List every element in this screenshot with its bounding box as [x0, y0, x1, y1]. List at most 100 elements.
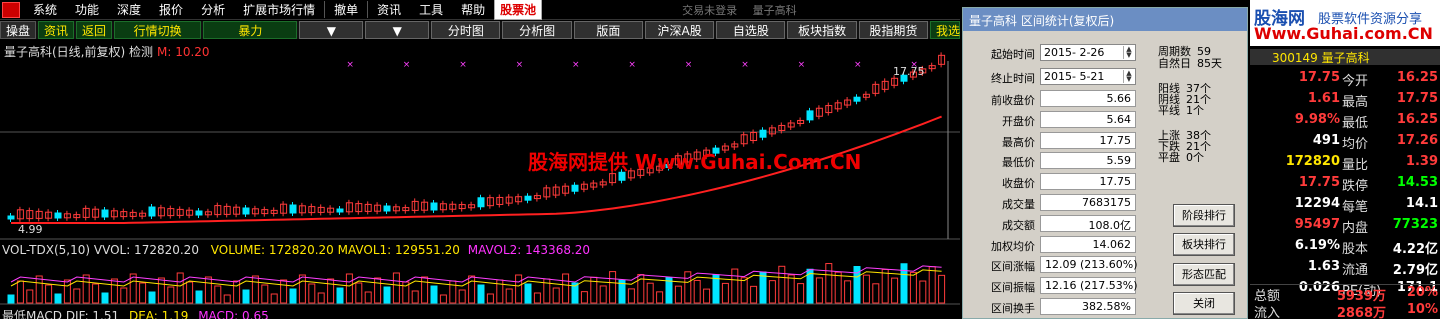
- start-time-input[interactable]: 2015- 2-26 ▲ ▼: [1040, 44, 1136, 61]
- volume-bar: [797, 283, 805, 304]
- menu-item-analysis[interactable]: 分析: [192, 1, 234, 18]
- toolbar-dropdown-2[interactable]: ▼: [365, 21, 430, 39]
- quote-value-left: 1.61: [1307, 91, 1340, 106]
- quote-label: 最低: [1342, 116, 1369, 131]
- field-value: 5.64: [1040, 110, 1136, 128]
- pattern-match-button[interactable]: 形态匹配: [1173, 263, 1235, 286]
- toolbar-watchlist-button[interactable]: 自选股: [716, 21, 786, 39]
- kline-chart[interactable]: × × × × × × × × × × ×: [0, 41, 960, 319]
- toolbar-switch-button[interactable]: 行情切换: [114, 21, 202, 39]
- volume-bar: [646, 282, 654, 304]
- chart-title-text: 量子高科(日线,前复权) 检测: [4, 45, 153, 59]
- toolbar-dropdown-1[interactable]: ▼: [299, 21, 364, 39]
- start-time-spinner-icon[interactable]: ▲ ▼: [1123, 46, 1134, 59]
- field-value: 14.062: [1040, 235, 1136, 253]
- menu-item-help[interactable]: 帮助: [452, 1, 494, 18]
- field-label: 成交量: [1002, 198, 1035, 211]
- volume-bar: [740, 277, 748, 304]
- volume-bar: [552, 287, 560, 304]
- menu-item-extended-market[interactable]: 扩展市场行情: [234, 1, 326, 18]
- volume-bar: [787, 274, 795, 304]
- signal-marker: ×: [628, 60, 636, 70]
- field-value: 7683175: [1040, 194, 1136, 211]
- candle-body: [571, 184, 579, 192]
- field-label: 区间换手: [991, 302, 1035, 315]
- candle-body: [336, 208, 344, 213]
- quote-row: 12294 每笔 14.1: [1250, 196, 1440, 217]
- macd-dea: DEA: 1.19: [128, 309, 189, 319]
- volume-bar: [439, 294, 447, 304]
- end-time-spinner-icon[interactable]: ▲ ▼: [1123, 70, 1134, 83]
- menu-item-system[interactable]: 系统: [24, 1, 66, 18]
- volume-ma-line: [10, 265, 942, 283]
- quote-row: 491 均价 17.26: [1250, 133, 1440, 154]
- signal-marker: ×: [854, 60, 862, 70]
- sector-ranking-button[interactable]: 板块排行: [1173, 233, 1235, 256]
- stats-label: 平线: [1158, 104, 1180, 117]
- candle-body: [289, 204, 297, 214]
- toolbar-back-button[interactable]: 返回: [76, 21, 113, 39]
- toolbar-my-pick-button[interactable]: 我选: [929, 21, 960, 39]
- volume-bar: [223, 294, 231, 304]
- menu-item-cancel-order[interactable]: 撤单: [325, 1, 369, 18]
- stats-item: 平盘 0个: [1158, 152, 1204, 163]
- toolbar-sector-index-button[interactable]: 板块指数: [787, 21, 857, 39]
- volume-bar: [505, 288, 513, 304]
- signal-marker: ×: [516, 60, 524, 70]
- volume-mavol2: MAVOL2: 143368.20: [467, 243, 591, 257]
- toolbar-violence-button[interactable]: 暴力: [203, 21, 298, 39]
- volume-bar: [383, 286, 391, 304]
- volume-bar: [195, 290, 203, 304]
- stats-item: 自然日 85天: [1158, 58, 1222, 69]
- toolbar-a-shares-button[interactable]: 沪深A股: [644, 21, 715, 39]
- volume-bar: [468, 275, 476, 304]
- quote-label: 内盘: [1342, 221, 1369, 236]
- volume-bar: [609, 271, 617, 304]
- volume-bar: [721, 282, 729, 304]
- volume-bar: [599, 285, 607, 304]
- quote-label: 均价: [1342, 137, 1369, 152]
- menu-item-quote[interactable]: 报价: [150, 1, 192, 18]
- field-label: 开盘价: [1002, 114, 1035, 128]
- field-value: 17.75: [1040, 131, 1136, 149]
- quote-row: 1.63 流通 2.79亿: [1250, 259, 1440, 280]
- end-time-input[interactable]: 2015- 5-21 ▲ ▼: [1040, 68, 1136, 85]
- stats-value: 85天: [1197, 57, 1222, 70]
- macd-dif: DIF: 1.51: [65, 309, 120, 319]
- toolbar-layout-button[interactable]: 版面: [573, 21, 643, 39]
- candle-body: [7, 215, 15, 220]
- volume-title: VOL-TDX(5,10) VVOL: 172820.20 VOLUME: 17…: [2, 243, 590, 257]
- menu-item-depth[interactable]: 深度: [108, 1, 150, 18]
- volume-bar: [317, 292, 325, 304]
- menu-item-tools[interactable]: 工具: [410, 1, 452, 18]
- kline-chart-panel[interactable]: × × × × × × × × × × × 量子高科(日线,前复权) 检测 M: 10.20 股海网提…: [0, 41, 960, 319]
- volume-bar: [750, 285, 758, 304]
- volume-bar: [486, 293, 494, 304]
- volume-bar: [421, 276, 429, 304]
- menu-item-function[interactable]: 功能: [66, 1, 108, 18]
- toolbar-analysis-button[interactable]: 分析图: [502, 21, 572, 39]
- close-button[interactable]: 关闭: [1173, 292, 1235, 315]
- volume-bar: [524, 283, 532, 304]
- toolbar-news-button[interactable]: 资讯: [38, 21, 75, 39]
- volume-bar: [477, 284, 485, 304]
- volume-bar: [411, 290, 419, 304]
- quote-value-left: 17.75: [1298, 175, 1340, 190]
- volume-bar: [909, 271, 917, 304]
- signal-marker: ×: [459, 60, 467, 70]
- status-stock-name: 量子高科: [752, 3, 797, 17]
- toolbar-intraday-button[interactable]: 分时图: [431, 21, 501, 39]
- volume-bar: [862, 274, 870, 304]
- volume-bar: [815, 277, 823, 304]
- menu-item-stock-pool[interactable]: 股票池: [494, 0, 543, 20]
- menu-item-news[interactable]: 资讯: [368, 1, 410, 18]
- volume-bar: [881, 268, 889, 304]
- toolbar-trade-button[interactable]: 操盘: [0, 21, 37, 39]
- stage-ranking-button[interactable]: 阶段排行: [1173, 204, 1235, 227]
- quote-row: 6.19% 股本 4.22亿: [1250, 238, 1440, 259]
- quote-row: 17.75 今开 16.25: [1250, 70, 1440, 91]
- volume-bar: [45, 284, 53, 304]
- toolbar-futures-button[interactable]: 股指期货: [858, 21, 928, 39]
- volume-bar: [872, 283, 880, 304]
- volume-vvol: VVOL: 172820.20: [93, 243, 199, 257]
